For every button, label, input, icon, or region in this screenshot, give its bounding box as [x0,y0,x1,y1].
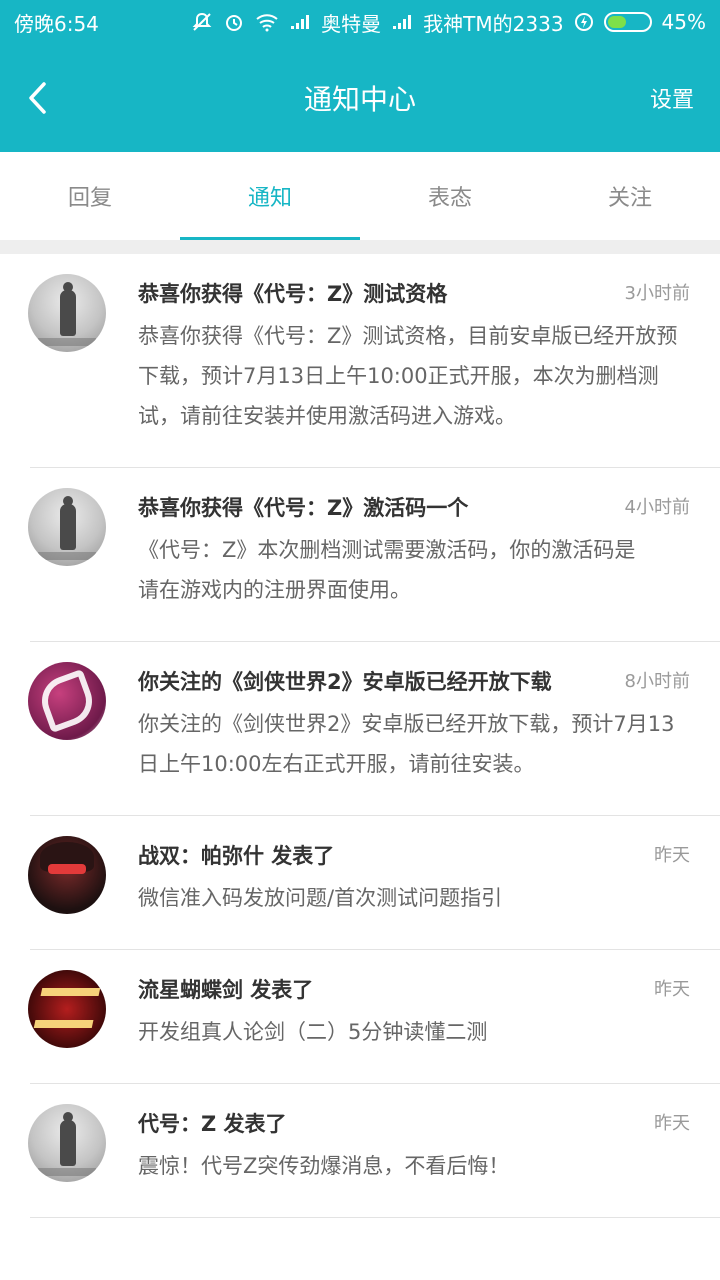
notification-body: 《代号：Z》本次删档测试需要激活码，你的激活码是 请在游戏内的注册界面使用。 [138,538,636,602]
tab-bar: 回复 通知 表态 关注 [0,152,720,240]
carrier-1: 奥特曼 [321,11,382,36]
settings-button[interactable]: 设置 [650,82,694,114]
notification-title: 恭喜你获得《代号：Z》测试资格 [138,282,448,306]
notification-title: 流星蝴蝶剑 发表了 [138,978,314,1002]
status-icons: 奥特曼 我神TM的2333 45% [191,8,706,37]
tab-follow[interactable]: 关注 [540,152,720,240]
battery-percent: 45% [661,10,706,34]
alarm-icon [223,11,245,33]
punishing-avatar[interactable] [28,836,106,914]
notification-title: 你关注的《剑侠世界2》安卓版已经开放下载 [138,670,552,694]
notification-content: 恭喜你获得《代号：Z》激活码一个 4小时前 《代号：Z》本次删档测试需要激活码，… [138,488,690,642]
tab-reaction[interactable]: 表态 [360,152,540,240]
notification-content: 战双：帕弥什 发表了 昨天 微信准入码发放问题/首次测试问题指引 [138,836,690,950]
notification-time: 4小时前 [624,497,690,518]
notification-item[interactable]: 你关注的《剑侠世界2》安卓版已经开放下载 8小时前 你关注的《剑侠世界2》安卓版… [0,642,720,816]
notification-body: 恭喜你获得《代号：Z》测试资格，目前安卓版已经开放预下载，预计7月13日上午10… [138,324,678,428]
notification-content: 你关注的《剑侠世界2》安卓版已经开放下载 8小时前 你关注的《剑侠世界2》安卓版… [138,662,690,816]
app-bar: 通知中心 设置 [0,44,720,152]
charging-icon [574,12,594,32]
notification-content: 流星蝴蝶剑 发表了 昨天 开发组真人论剑（二）5分钟读懂二测 [138,970,690,1084]
notification-time: 8小时前 [624,671,690,692]
notification-item[interactable]: 流星蝴蝶剑 发表了 昨天 开发组真人论剑（二）5分钟读懂二测 [0,950,720,1084]
meteor-butterfly-avatar[interactable] [28,970,106,1048]
notification-title: 代号：Z 发表了 [138,1112,287,1136]
notification-body: 你关注的《剑侠世界2》安卓版已经开放下载，预计7月13日上午10:00左右正式开… [138,712,675,776]
notification-time: 昨天 [654,845,690,866]
notification-body: 微信准入码发放问题/首次测试问题指引 [138,886,503,910]
foggy-figure-avatar[interactable] [28,274,106,352]
back-button[interactable] [26,78,66,118]
foggy-figure-avatar[interactable] [28,1104,106,1182]
status-bar: 傍晚6:54 奥特曼 我神TM的2333 45% [0,0,720,44]
tab-notify[interactable]: 通知 [180,152,360,240]
carrier-2: 我神TM的2333 [423,11,564,36]
notification-title: 恭喜你获得《代号：Z》激活码一个 [138,496,469,520]
notification-title: 战双：帕弥什 发表了 [138,844,335,868]
top-area: 傍晚6:54 奥特曼 我神TM的2333 45% 通知中心 设置 [0,0,720,152]
notification-body: 开发组真人论剑（二）5分钟读懂二测 [138,1020,488,1044]
notification-time: 昨天 [654,1113,690,1134]
mute-icon [191,11,213,33]
notification-item[interactable]: 恭喜你获得《代号：Z》激活码一个 4小时前 《代号：Z》本次删档测试需要激活码，… [0,468,720,642]
chevron-left-icon [29,82,46,114]
sword-logo-avatar[interactable] [28,662,106,740]
foggy-figure-avatar[interactable] [28,488,106,566]
signal-icon-2 [391,13,413,31]
wifi-icon [255,12,279,32]
status-time: 傍晚6:54 [14,11,99,36]
notification-content: 代号：Z 发表了 昨天 震惊！代号Z突传劲爆消息，不看后悔！ [138,1104,690,1218]
notification-item[interactable]: 恭喜你获得《代号：Z》测试资格 3小时前 恭喜你获得《代号：Z》测试资格，目前安… [0,254,720,468]
page-title: 通知中心 [303,83,416,116]
notification-content: 恭喜你获得《代号：Z》测试资格 3小时前 恭喜你获得《代号：Z》测试资格，目前安… [138,274,690,468]
notification-list: 恭喜你获得《代号：Z》测试资格 3小时前 恭喜你获得《代号：Z》测试资格，目前安… [0,254,720,1218]
notification-item[interactable]: 代号：Z 发表了 昨天 震惊！代号Z突传劲爆消息，不看后悔！ [0,1084,720,1218]
signal-icon [289,13,311,31]
notification-item[interactable]: 战双：帕弥什 发表了 昨天 微信准入码发放问题/首次测试问题指引 [0,816,720,950]
notification-time: 3小时前 [624,283,690,304]
tab-reply[interactable]: 回复 [0,152,180,240]
notification-time: 昨天 [654,979,690,1000]
battery-icon [603,12,652,32]
notification-body: 震惊！代号Z突传劲爆消息，不看后悔！ [138,1154,510,1178]
section-divider [0,240,720,254]
